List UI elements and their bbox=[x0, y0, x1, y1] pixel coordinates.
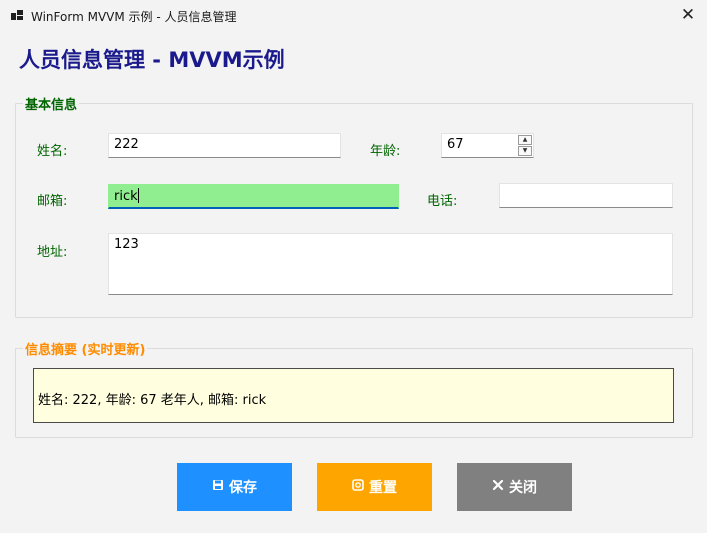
email-field[interactable]: rick bbox=[108, 184, 399, 209]
phone-field[interactable] bbox=[499, 183, 673, 208]
text-caret bbox=[137, 188, 139, 203]
spin-up-button[interactable]: ▲ bbox=[518, 135, 532, 145]
age-label: 年龄: bbox=[370, 144, 401, 159]
basic-info-legend: 基本信息 bbox=[23, 94, 80, 113]
close-button-label: 关闭 bbox=[509, 480, 537, 496]
name-field[interactable]: 222 bbox=[108, 133, 341, 158]
reset-button[interactable]: 重置 bbox=[317, 463, 432, 511]
phone-label: 电话: bbox=[427, 194, 458, 209]
summary-text: 姓名: 222, 年龄: 67 老年人, 邮箱: rick bbox=[38, 393, 267, 408]
save-icon bbox=[212, 479, 224, 495]
age-stepper[interactable]: 67 ▲ ▼ bbox=[441, 133, 534, 158]
address-textarea[interactable]: 123 bbox=[108, 233, 673, 295]
age-value: 67 bbox=[447, 137, 464, 152]
save-button-label: 保存 bbox=[229, 480, 257, 496]
window-title: WinForm MVVM 示例 - 人员信息管理 bbox=[31, 10, 237, 24]
window-close-button[interactable]: ✕ bbox=[669, 0, 707, 30]
address-label: 地址: bbox=[37, 245, 68, 260]
title-bar: WinForm MVVM 示例 - 人员信息管理 ✕ bbox=[0, 0, 707, 30]
page-title: 人员信息管理 - MVVM示例 bbox=[19, 48, 285, 72]
summary-display: 姓名: 222, 年龄: 67 老年人, 邮箱: rick bbox=[33, 368, 674, 423]
reset-button-label: 重置 bbox=[369, 480, 397, 496]
save-button[interactable]: 保存 bbox=[177, 463, 292, 511]
name-label: 姓名: bbox=[37, 144, 68, 159]
summary-legend: 信息摘要 (实时更新) bbox=[23, 339, 148, 358]
spin-down-button[interactable]: ▼ bbox=[518, 146, 532, 156]
app-window-icon bbox=[11, 10, 23, 20]
reset-icon bbox=[352, 479, 364, 495]
email-value: rick bbox=[114, 189, 138, 204]
email-label: 邮箱: bbox=[37, 194, 68, 209]
close-icon bbox=[492, 479, 504, 495]
close-button[interactable]: 关闭 bbox=[457, 463, 572, 511]
